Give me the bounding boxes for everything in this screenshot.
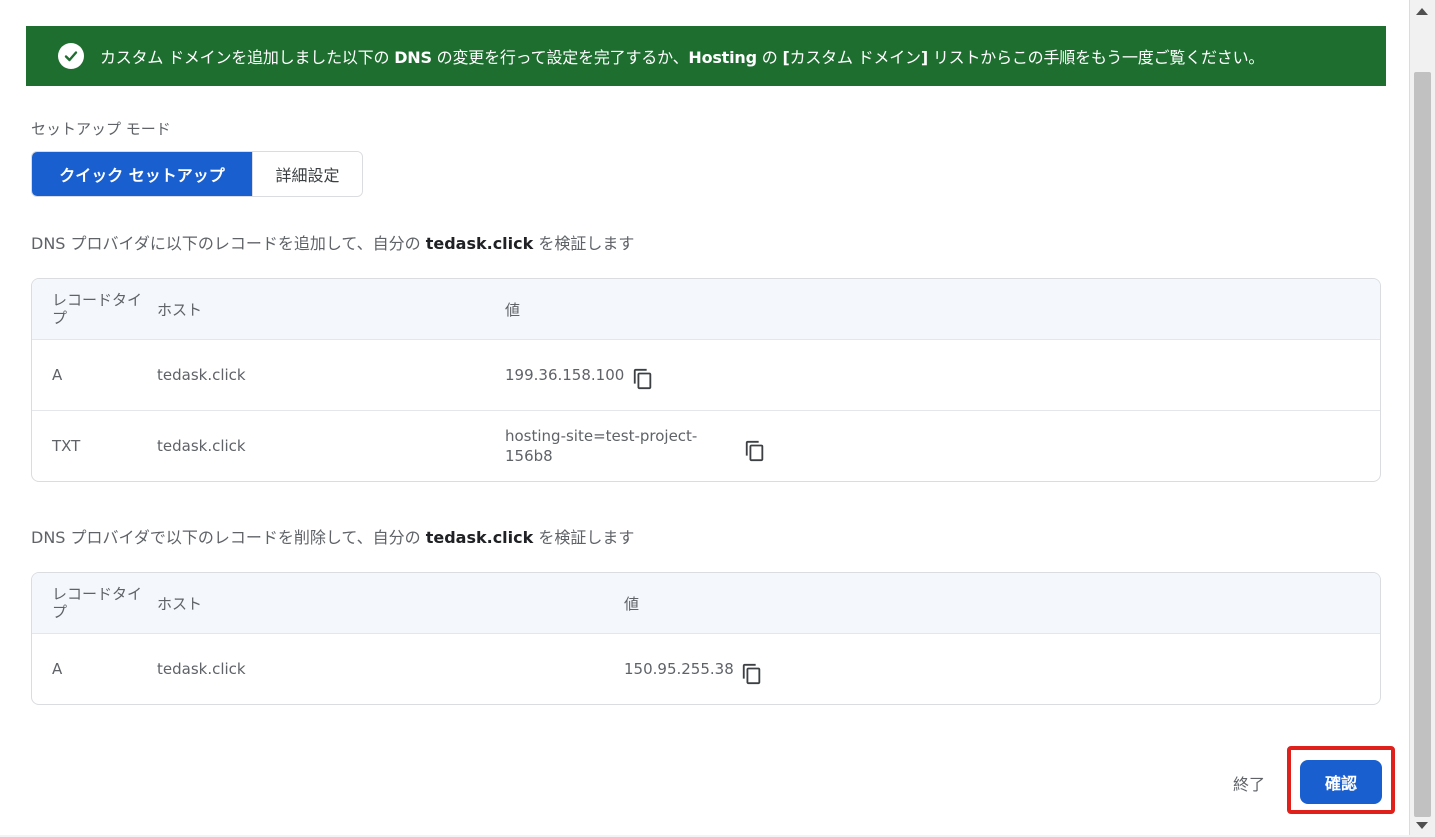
column-header-value: 値 bbox=[505, 300, 521, 319]
record-type: A bbox=[52, 660, 63, 678]
record-host: tedask.click bbox=[157, 437, 246, 455]
success-message: カスタム ドメインを追加しました以下の DNS の変更を行って設定を完了するか、… bbox=[100, 48, 1265, 67]
vertical-scrollbar[interactable] bbox=[1410, 0, 1435, 837]
add-records-instruction: DNS プロバイダに以下のレコードを追加して、自分の tedask.click … bbox=[31, 234, 635, 253]
table-row: A tedask.click 199.36.158.100 bbox=[32, 340, 1380, 411]
column-header-host: ホスト bbox=[157, 594, 203, 613]
remove-records-instruction: DNS プロバイダで以下のレコードを削除して、自分の tedask.click … bbox=[31, 528, 635, 547]
column-header-value: 値 bbox=[624, 594, 640, 613]
record-host: tedask.click bbox=[157, 366, 246, 384]
scroll-down-arrow-icon[interactable] bbox=[1416, 822, 1428, 829]
record-value: hosting-site=test-project-156b8 bbox=[505, 427, 698, 465]
setup-mode-label: セットアップ モード bbox=[31, 120, 171, 138]
scroll-up-arrow-icon[interactable] bbox=[1416, 8, 1428, 15]
record-value: 150.95.255.38 bbox=[624, 660, 734, 678]
record-type: TXT bbox=[52, 437, 81, 455]
advanced-setup-option[interactable]: 詳細設定 bbox=[252, 152, 362, 196]
column-header-host: ホスト bbox=[157, 300, 203, 319]
table-row: A tedask.click 150.95.255.38 bbox=[32, 634, 1380, 704]
check-circle-icon bbox=[58, 43, 84, 69]
scrollbar-thumb[interactable] bbox=[1414, 72, 1431, 817]
table-header: レコードタイプ ホスト 値 bbox=[32, 279, 1380, 340]
confirm-button[interactable]: 確認 bbox=[1300, 760, 1382, 804]
column-header-type: レコードタイプ bbox=[52, 585, 143, 621]
copy-icon[interactable] bbox=[741, 663, 763, 685]
record-host: tedask.click bbox=[157, 660, 246, 678]
record-type: A bbox=[52, 366, 63, 384]
table-header: レコードタイプ ホスト 値 bbox=[32, 573, 1380, 634]
table-row: TXT tedask.click hosting-site=test-proje… bbox=[32, 411, 1380, 481]
copy-icon[interactable] bbox=[632, 368, 654, 390]
custom-domain-dialog: カスタム ドメインを追加しました以下の DNS の変更を行って設定を完了するか、… bbox=[0, 0, 1410, 835]
record-value: 199.36.158.100 bbox=[505, 366, 625, 384]
end-button[interactable]: 終了 bbox=[1233, 771, 1265, 795]
success-banner: カスタム ドメインを追加しました以下の DNS の変更を行って設定を完了するか、… bbox=[26, 26, 1386, 86]
add-records-table: レコードタイプ ホスト 値 A tedask.click 199.36.158.… bbox=[31, 278, 1381, 482]
copy-icon[interactable] bbox=[744, 440, 766, 462]
setup-mode-toggle: クイック セットアップ 詳細設定 bbox=[31, 151, 363, 197]
column-header-type: レコードタイプ bbox=[52, 291, 143, 327]
quick-setup-option[interactable]: クイック セットアップ bbox=[32, 152, 252, 196]
remove-records-table: レコードタイプ ホスト 値 A tedask.click 150.95.255.… bbox=[31, 572, 1381, 705]
